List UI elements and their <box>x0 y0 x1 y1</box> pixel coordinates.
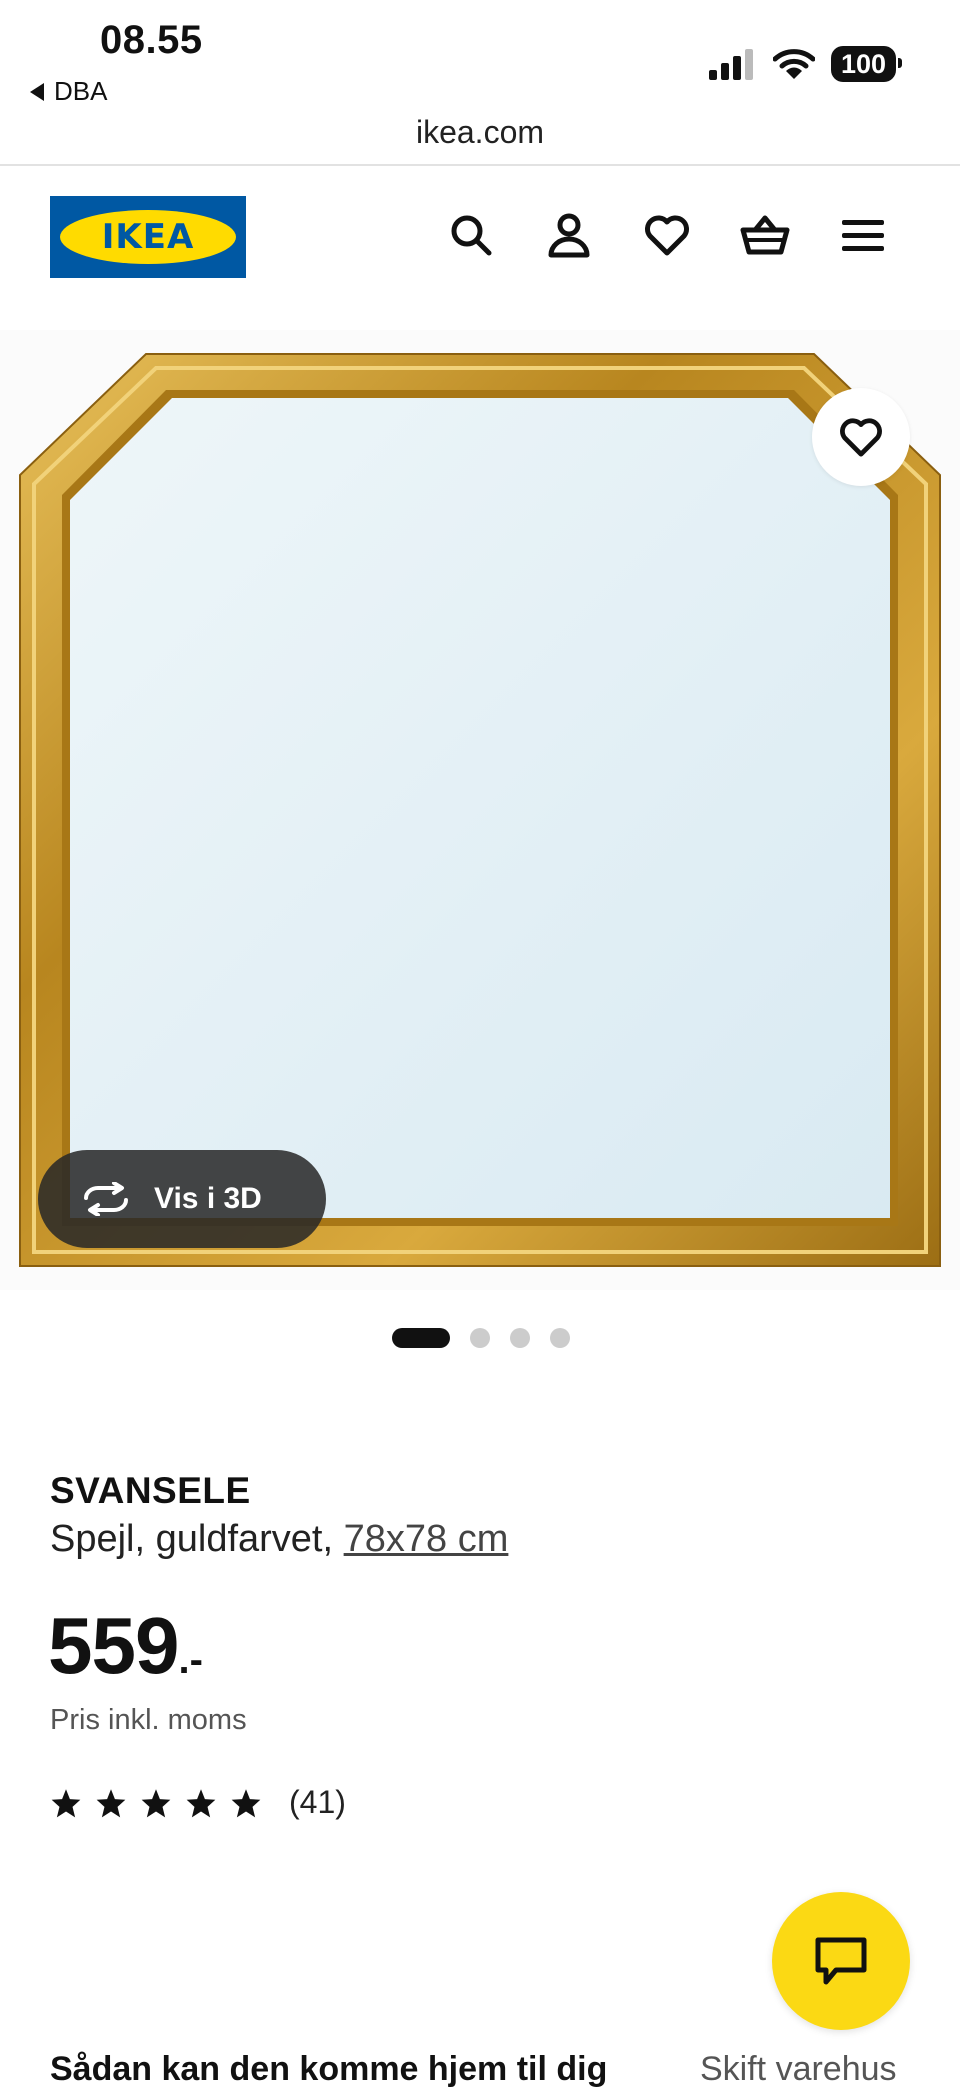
browser-divider <box>0 164 960 166</box>
view-in-3d-button[interactable]: Vis i 3D <box>38 1150 326 1248</box>
star-icon <box>186 1788 216 1817</box>
mirror-image <box>19 353 941 1267</box>
price-vat-note: Pris inkl. moms <box>50 1704 247 1736</box>
product-type: Spejl, guldfarvet, <box>50 1518 334 1560</box>
product-description: Spejl, guldfarvet, 78x78 cm <box>50 1518 508 1561</box>
star-icon <box>231 1788 261 1817</box>
battery-indicator: 100 <box>830 46 903 82</box>
status-time: 08.55 <box>100 18 203 62</box>
heart-icon <box>645 215 689 256</box>
carousel-dot-3[interactable] <box>510 1328 530 1348</box>
star-icon <box>51 1788 81 1817</box>
search-button[interactable] <box>444 208 498 262</box>
rating-summary[interactable]: (41) <box>50 1784 346 1821</box>
logo-text: IKEA <box>60 210 236 264</box>
account-icon <box>548 213 590 258</box>
carousel-dot-4[interactable] <box>550 1328 570 1348</box>
carousel-dot-1[interactable] <box>392 1328 450 1348</box>
product-name: SVANSELE <box>50 1470 251 1511</box>
menu-icon <box>842 220 884 251</box>
add-to-favourites-button[interactable] <box>812 388 910 486</box>
price-suffix: .- <box>178 1638 203 1682</box>
account-button[interactable] <box>542 208 596 262</box>
product-image[interactable] <box>0 330 960 1290</box>
product-size-link[interactable]: 78x78 cm <box>344 1518 509 1560</box>
back-app-label: DBA <box>54 76 108 106</box>
address-bar-url[interactable]: ikea.com <box>0 114 960 151</box>
review-count: (41) <box>289 1784 346 1820</box>
back-to-app-link[interactable]: DBA <box>30 76 107 107</box>
back-arrow-icon <box>30 82 44 101</box>
status-indicators: 100 <box>708 46 903 82</box>
change-store-link[interactable]: Skift varehus <box>700 2050 897 2089</box>
image-carousel-dots <box>392 1328 570 1348</box>
rotate-3d-icon <box>84 1182 128 1216</box>
heart-icon <box>840 418 882 457</box>
basket-icon <box>740 215 790 255</box>
chat-button[interactable] <box>772 1892 910 2030</box>
carousel-dot-2[interactable] <box>470 1328 490 1348</box>
ikea-logo[interactable]: IKEA <box>50 196 246 278</box>
menu-button[interactable] <box>836 208 890 262</box>
price-integer: 559 <box>48 1601 179 1690</box>
header-nav <box>444 208 890 262</box>
signal-icon <box>708 49 753 80</box>
wifi-icon <box>772 49 815 79</box>
chat-icon <box>815 1937 867 1985</box>
star-icon <box>141 1788 171 1817</box>
star-icon <box>96 1788 126 1817</box>
basket-button[interactable] <box>738 208 792 262</box>
view-in-3d-label: Vis i 3D <box>154 1182 262 1215</box>
search-icon <box>451 215 492 256</box>
favourites-button[interactable] <box>640 208 694 262</box>
delivery-section-title: Sådan kan den komme hjem til dig <box>50 2050 608 2088</box>
product-price: 559.- <box>48 1600 203 1692</box>
